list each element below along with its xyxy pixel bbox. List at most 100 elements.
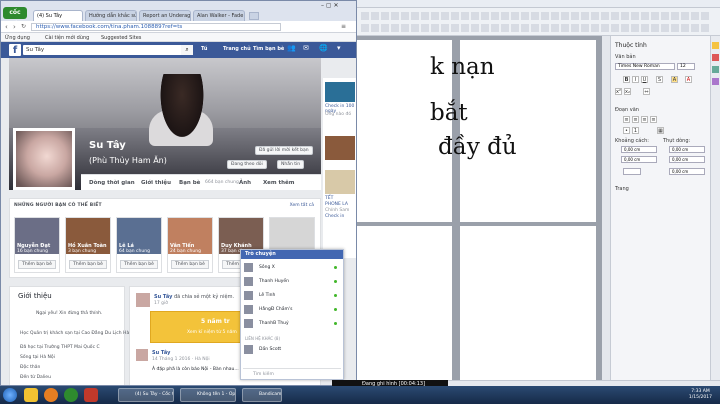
chat-contact[interactable]: HằngĐ Chầm's [243,304,341,316]
indent-after-input[interactable]: 0,00 cm [669,156,705,163]
spacing-below-input[interactable]: 0,00 cm [621,156,657,163]
italic-button[interactable]: I [632,76,639,83]
pymk-see-all-link[interactable]: Xem tất cả [290,203,314,208]
sidebar-section-text[interactable]: Văn bản [615,54,636,60]
bullets-button[interactable]: • [623,127,630,134]
spacing-button[interactable]: ⇔ [643,88,650,95]
notifications-icon[interactable]: 🌐 [319,44,328,52]
pymk-card[interactable]: Vân Tiến 24 bạn chung Thêm bạn bè [167,217,213,273]
friend-requests-icon[interactable]: 👥 [287,44,296,52]
profile-avatar[interactable] [13,128,75,190]
subscript-button[interactable]: x₂ [624,88,631,95]
chat-header[interactable]: Trò chuyện [241,250,343,259]
add-friend-button[interactable]: Thêm bạn bè [18,260,56,269]
writer-vertical-scrollbar[interactable] [602,36,610,382]
align-left-button[interactable]: ≡ [623,116,630,123]
reload-icon[interactable]: ↻ [21,23,26,30]
settings-icon[interactable]: ▾ [337,44,341,52]
first-line-indent-input[interactable]: 0,00 cm [669,168,705,175]
navigator-deck-icon[interactable] [712,78,719,85]
explorer-icon[interactable] [24,388,38,402]
superscript-button[interactable]: x² [615,88,622,95]
tab-alan-walker[interactable]: Alan Walker - Fade [193,10,245,21]
document-page-lower[interactable] [460,226,596,386]
bold-button[interactable]: B [623,76,630,83]
shared-avatar[interactable] [136,349,148,361]
pymk-card[interactable]: Hồ Xuân Toàn 3 bạn chung Thêm bạn bè [65,217,111,273]
highlight-color-button[interactable]: A [671,76,678,83]
profile-name[interactable]: Su Tây [89,140,126,151]
pymk-card[interactable]: Lê Lá 64 bạn chung Thêm bạn bè [116,217,162,273]
font-name-select[interactable]: Times New Roman [615,63,675,70]
ad-text-3[interactable]: TẾT [325,196,356,201]
coccoc-icon[interactable] [64,388,78,402]
indent-before-input[interactable]: 0,00 cm [669,146,705,153]
task-browser[interactable]: (4) Su Tây - Cốc C... [118,388,174,402]
sidebar-section-paragraph[interactable]: Đoạn văn [615,107,639,113]
tab-friends[interactable]: Bạn bè [179,180,200,186]
media-icon[interactable] [84,388,98,402]
tab-more[interactable]: Xem thêm [263,180,294,186]
facebook-logo-icon[interactable]: f [9,44,21,56]
chat-contact[interactable]: Sông X [243,262,341,274]
strikethrough-button[interactable]: S [656,76,663,83]
format-toolbar-icons[interactable] [361,24,711,32]
tab-report[interactable]: Report an Underage Ch [139,10,191,21]
tab-su-tay[interactable]: (4) Su Tây [33,10,83,21]
firefox-icon[interactable] [44,388,58,402]
chat-contact[interactable]: Thanh Huyền [243,276,341,288]
friend-request-sent-button[interactable]: Đã gửi lời mời kết bạn [255,146,313,155]
shared-date[interactable]: 14 Tháng 1 2016 · Hà Nội [152,357,210,362]
post-avatar[interactable] [136,293,150,307]
align-right-button[interactable]: ≡ [641,116,648,123]
chat-contact[interactable]: Lê Tình [243,290,341,302]
task-writer[interactable]: Không tên 1 - Op... [180,388,236,402]
shared-author[interactable]: Su Tây [152,350,170,356]
new-tab-button[interactable] [249,12,259,20]
align-center-button[interactable]: ≡ [632,116,639,123]
toolbar-icons[interactable] [361,12,711,20]
forward-icon[interactable]: › [13,23,16,31]
search-icon[interactable]: ⌕ [181,45,193,55]
ad-image-1[interactable] [325,82,355,102]
coccoc-logo[interactable]: cốc cốc [3,7,27,28]
properties-deck-icon[interactable] [712,42,719,49]
tab-about[interactable]: Giới thiệu [141,180,171,186]
font-color-button[interactable]: A [685,76,692,83]
chat-contact[interactable]: Dần Scott [243,344,341,356]
nav-home[interactable]: Trang chủ [223,46,251,52]
chat-contact[interactable]: ThanhB Thuý [243,318,341,330]
font-size-select[interactable]: 12 [677,63,695,70]
post-author[interactable]: Su Tây [154,294,172,300]
ad-text-4[interactable]: PHONE LA [325,202,356,207]
styles-deck-icon[interactable] [712,54,719,61]
back-icon[interactable]: ‹ [5,23,8,31]
add-friend-button[interactable]: Thêm bạn bè [171,260,209,269]
line-spacing-select[interactable] [623,168,641,175]
nav-find-friends[interactable]: Tìm bạn bè [253,46,284,52]
tab-photos[interactable]: Ảnh [239,180,251,186]
messages-icon[interactable]: ✉ [303,44,309,52]
ad-image-3[interactable] [325,170,355,194]
add-friend-button[interactable]: Thêm bạn bè [120,260,158,269]
post-time[interactable]: 17 giờ [154,301,168,306]
nav-profile[interactable]: Tú [201,46,207,52]
numbering-button[interactable]: 1 [632,127,639,134]
sidebar-section-page[interactable]: Trang [615,186,629,192]
task-bandicam[interactable]: Bandicam [242,388,282,402]
taskbar-clock[interactable]: 7:33 AM 1/15/2017 [689,389,712,401]
tab-timeline[interactable]: Dòng thời gian [89,180,135,186]
url-input[interactable]: https://www.facebook.com/tina.pham.10888… [31,23,281,31]
chat-search-input[interactable]: Tìm kiếm [243,368,341,378]
bookmark-suggested[interactable]: Suggested Sites [101,35,141,41]
gallery-deck-icon[interactable] [712,66,719,73]
start-button-icon[interactable] [3,388,17,402]
following-button[interactable]: Đang theo dõi [227,160,267,169]
pymk-card[interactable]: Nguyễn Đạt 16 bạn chung Thêm bạn bè [14,217,60,273]
ad-image-2[interactable] [325,136,355,160]
spacing-above-input[interactable]: 0,00 cm [621,146,657,153]
justify-button[interactable]: ≡ [650,116,657,123]
ad-text-6[interactable]: Check in [325,214,356,219]
bookmark-apps[interactable]: Ứng dụng [5,35,30,41]
add-friend-button[interactable]: Thêm bạn bè [69,260,107,269]
